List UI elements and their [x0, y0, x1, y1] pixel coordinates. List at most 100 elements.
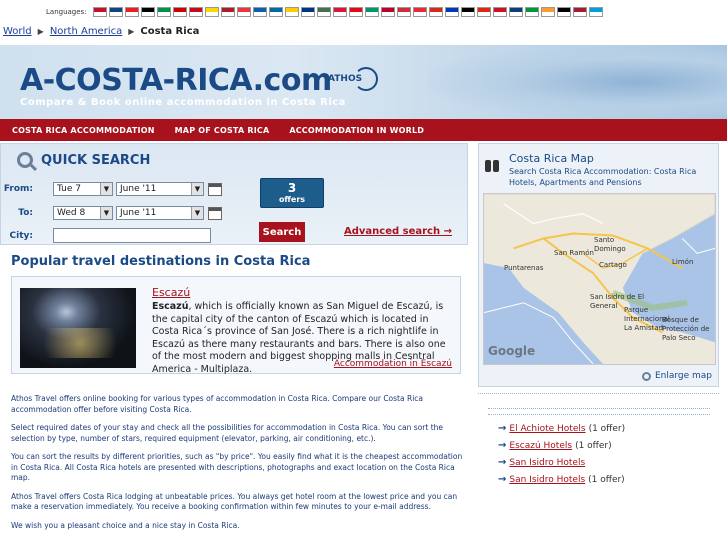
language-flag-icon[interactable]	[524, 7, 539, 17]
map-subtitle: Search Costa Rica Accommodation: Costa R…	[509, 167, 697, 187]
destination-name-link[interactable]: Escazú	[152, 286, 190, 299]
info-paragraph: Select required dates of your stay and c…	[11, 423, 444, 443]
language-flag-icon[interactable]	[476, 7, 491, 17]
city-input[interactable]	[53, 228, 211, 243]
search-button[interactable]: Search	[259, 222, 305, 242]
to-row: To: Wed 8 ▼ June '11 ▼	[1, 206, 222, 220]
hotel-list-item: → San Isidro Hotels	[498, 457, 625, 468]
language-flag-icon[interactable]	[124, 7, 139, 17]
language-flag-icon[interactable]	[396, 7, 411, 17]
arrow-right-icon: →	[443, 226, 452, 237]
from-month-value: June '11	[120, 184, 157, 194]
map-title[interactable]: Costa Rica Map	[509, 152, 699, 165]
world-globe-graphic	[427, 45, 727, 119]
advanced-search-link[interactable]: Advanced search →	[344, 226, 452, 237]
language-flag-icon[interactable]	[412, 7, 427, 17]
to-label: To:	[18, 208, 33, 218]
language-flag-icon[interactable]	[540, 7, 555, 17]
hotel-list-item: → San Isidro Hotels (1 offer)	[498, 474, 625, 485]
map-place-label: Bosque de Protección de Palo Seco	[662, 316, 710, 342]
to-calendar-icon[interactable]	[208, 206, 222, 220]
escazu-photo[interactable]	[20, 288, 136, 368]
map-place-label: Santo Domingo	[594, 236, 626, 253]
nav-accommodation-in-world[interactable]: ACCOMMODATION IN WORLD	[289, 126, 424, 135]
language-flag-icon[interactable]	[92, 7, 107, 17]
language-flag-icon[interactable]	[172, 7, 187, 17]
divider	[488, 414, 710, 415]
hotel-link[interactable]: San Isidro Hotels	[509, 475, 585, 485]
language-flag-icon[interactable]	[316, 7, 331, 17]
language-flag-icon[interactable]	[364, 7, 379, 17]
map-header: Costa Rica Map Search Costa Rica Accommo…	[485, 152, 699, 188]
language-flag-icon[interactable]	[556, 7, 571, 17]
language-flag-icon[interactable]	[492, 7, 507, 17]
breadcrumb-arrow-icon: ▶	[37, 27, 44, 36]
language-flag-icon[interactable]	[380, 7, 395, 17]
offers-label: offers	[278, 195, 306, 204]
nav-map-of-costa-rica[interactable]: MAP OF COSTA RICA	[175, 126, 270, 135]
hotel-links-panel: → El Achiote Hotels (1 offer) → Escazú Hote…	[478, 393, 719, 503]
language-flag-icon[interactable]	[220, 7, 235, 17]
info-paragraph: You can sort the results by different pr…	[11, 452, 463, 482]
arrow-right-icon: →	[498, 423, 507, 434]
hotel-link[interactable]: San Isidro Hotels	[509, 458, 585, 468]
hotel-count: (1 offer)	[588, 474, 625, 485]
hotel-link[interactable]: Escazú Hotels	[509, 441, 572, 451]
map-panel: Costa Rica Map Search Costa Rica Accommo…	[478, 143, 719, 387]
language-flag-icon[interactable]	[348, 7, 363, 17]
map-place-label: Cartago	[599, 261, 627, 269]
offers-count-button[interactable]: 3 offers	[260, 178, 324, 208]
to-month-select[interactable]: June '11 ▼	[116, 206, 204, 220]
language-flag-icon[interactable]	[252, 7, 267, 17]
accommodation-in-escazu-link[interactable]: Accommodation in Escazú	[334, 359, 452, 369]
map-place-label: San Ramón	[554, 249, 594, 257]
language-flag-icon[interactable]	[444, 7, 459, 17]
breadcrumb-north-america[interactable]: North America	[50, 26, 122, 37]
costa-rica-map[interactable]: San Ramón Puntarenas Santo Domingo Carta…	[483, 193, 716, 365]
binoculars-icon	[485, 156, 499, 172]
language-flag-icon[interactable]	[332, 7, 347, 17]
language-flag-icon[interactable]	[188, 7, 203, 17]
flag-list	[92, 7, 603, 17]
enlarge-map-link[interactable]: Enlarge map	[641, 371, 712, 381]
arrow-right-icon: →	[498, 457, 507, 468]
chevron-down-icon: ▼	[191, 183, 203, 195]
language-flag-icon[interactable]	[588, 7, 603, 17]
language-flag-icon[interactable]	[572, 7, 587, 17]
language-flag-icon[interactable]	[284, 7, 299, 17]
language-flag-icon[interactable]	[140, 7, 155, 17]
destination-bold-name: Escazú	[152, 301, 189, 312]
hotel-link[interactable]: El Achiote Hotels	[509, 424, 585, 434]
info-text: Athos Travel offers online booking for v…	[11, 394, 466, 539]
language-flag-icon[interactable]	[460, 7, 475, 17]
from-calendar-icon[interactable]	[208, 182, 222, 196]
to-day-select[interactable]: Wed 8 ▼	[53, 206, 113, 220]
popular-destinations-title: Popular travel destinations in Costa Ric…	[11, 254, 311, 269]
from-day-select[interactable]: Tue 7 ▼	[53, 182, 113, 196]
to-month-value: June '11	[120, 208, 157, 218]
site-logo[interactable]: A-COSTA-RICA.com	[20, 63, 332, 98]
chevron-down-icon: ▼	[191, 207, 203, 219]
language-flag-icon[interactable]	[236, 7, 251, 17]
google-watermark: Google	[488, 344, 536, 358]
athos-ring-icon	[354, 67, 378, 91]
breadcrumb: World ▶ North America ▶ Costa Rica	[3, 26, 199, 37]
language-flag-icon[interactable]	[108, 7, 123, 17]
advanced-search-text: Advanced search	[344, 226, 441, 237]
chevron-down-icon: ▼	[100, 183, 112, 195]
map-place-label: Limón	[672, 258, 694, 266]
language-flag-icon[interactable]	[204, 7, 219, 17]
language-flag-icon[interactable]	[300, 7, 315, 17]
language-flag-icon[interactable]	[268, 7, 283, 17]
from-label: From:	[3, 184, 33, 194]
from-day-value: Tue 7	[57, 184, 81, 194]
hotel-list-item: → El Achiote Hotels (1 offer)	[498, 423, 625, 434]
athos-logo[interactable]: ATHOS	[328, 67, 378, 93]
breadcrumb-world[interactable]: World	[3, 26, 32, 37]
from-month-select[interactable]: June '11 ▼	[116, 182, 204, 196]
nav-costa-rica-accommodation[interactable]: COSTA RICA ACCOMMODATION	[12, 126, 155, 135]
language-flag-icon[interactable]	[428, 7, 443, 17]
language-flag-icon[interactable]	[156, 7, 171, 17]
hotel-list: → El Achiote Hotels (1 offer) → Escazú Hote…	[498, 423, 625, 491]
language-flag-icon[interactable]	[508, 7, 523, 17]
